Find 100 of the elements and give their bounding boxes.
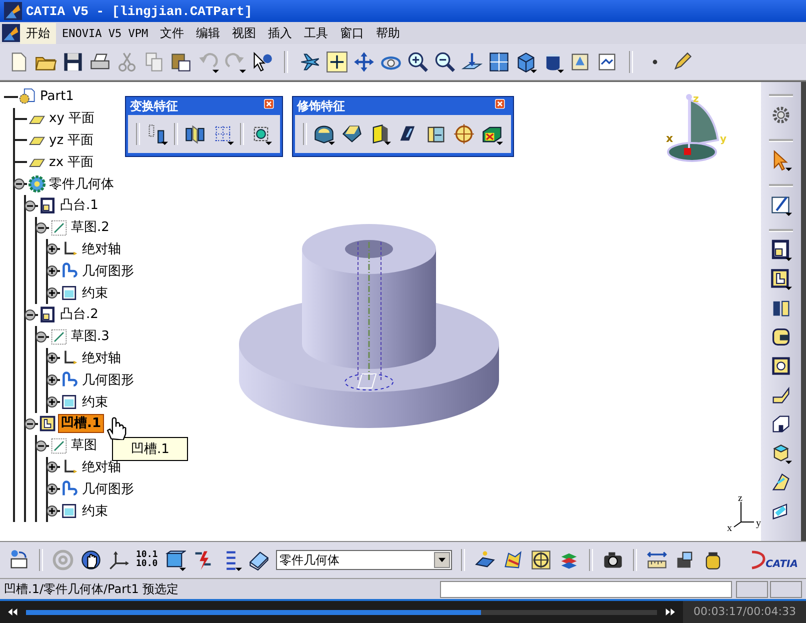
- undo-arrow-icon[interactable]: [197, 51, 219, 73]
- expand-toggle[interactable]: [46, 505, 60, 518]
- app-menu-icon[interactable]: [2, 24, 20, 42]
- collapse-toggle[interactable]: [24, 308, 38, 321]
- menu-item[interactable]: 插入: [262, 22, 298, 44]
- target-icon[interactable]: [530, 549, 552, 571]
- axis-label: z: [738, 493, 742, 504]
- slot-icon[interactable]: [770, 413, 792, 435]
- axis-system-icon[interactable]: [108, 549, 130, 571]
- expand-toggle[interactable]: [46, 265, 60, 278]
- book-icon[interactable]: [248, 549, 270, 571]
- axis-triad-icon: [734, 502, 754, 528]
- measure-ruler-icon[interactable]: [646, 549, 668, 571]
- redo-arrow-icon[interactable]: [224, 51, 246, 73]
- pan-arrows-icon[interactable]: [353, 51, 375, 73]
- pad-icon[interactable]: [770, 239, 792, 261]
- rib-icon[interactable]: [770, 384, 792, 406]
- pocket-icon[interactable]: [770, 268, 792, 290]
- menu-item[interactable]: 编辑: [190, 22, 226, 44]
- tree-item[interactable]: 绝对轴: [80, 240, 123, 258]
- menu-item[interactable]: 窗口: [334, 22, 370, 44]
- hide-show-icon[interactable]: [569, 51, 591, 73]
- box-icon: [39, 306, 57, 324]
- hand-globe-icon[interactable]: [80, 549, 102, 571]
- window-title: CATIA V5 - [lingjian.CATPart]: [26, 4, 252, 18]
- mirror-icon[interactable]: [184, 123, 206, 145]
- tree-item[interactable]: 几何图形: [80, 372, 136, 389]
- tree-item[interactable]: 几何图形: [80, 262, 136, 280]
- update-icon[interactable]: [8, 549, 30, 571]
- swap-space-icon[interactable]: [596, 51, 618, 73]
- knowledge-icon[interactable]: [502, 549, 524, 571]
- thread-icon[interactable]: [453, 123, 475, 145]
- ds-logo-icon: [750, 550, 766, 570]
- expand-toggle[interactable]: [46, 461, 60, 474]
- axis-label: x: [727, 523, 732, 532]
- logo-text: CATIA: [766, 559, 798, 570]
- tree-item[interactable]: zx 平面: [47, 154, 96, 171]
- tree-item[interactable]: Part1: [38, 88, 76, 106]
- tree-item[interactable]: 零件几何体: [47, 176, 116, 193]
- zoom-in-icon[interactable]: [407, 51, 429, 73]
- menu-item[interactable]: ENOVIA V5 VPM: [56, 24, 154, 42]
- tree-item[interactable]: 草图: [69, 437, 99, 454]
- fit-all-icon[interactable]: [326, 51, 348, 73]
- expand-toggle[interactable]: [46, 396, 60, 408]
- tree-item[interactable]: 绝对轴: [80, 350, 123, 367]
- paste-clipboard-icon[interactable]: [170, 51, 192, 73]
- tree-item[interactable]: 绝对轴: [80, 458, 123, 476]
- help-pointer-icon[interactable]: [251, 51, 273, 73]
- toolbar-title: 变换特征: [130, 98, 178, 114]
- catalog-box-icon[interactable]: [164, 549, 186, 571]
- collapse-toggle[interactable]: [35, 330, 49, 343]
- tree-item[interactable]: 凹槽.1: [58, 414, 104, 434]
- menu-item[interactable]: 开始: [20, 22, 56, 44]
- gear-icon: [28, 175, 46, 194]
- gear-icon[interactable]: [770, 104, 792, 126]
- expand-toggle[interactable]: [46, 243, 60, 256]
- hand-cursor-icon: [104, 416, 128, 440]
- number-format-button[interactable]: 10.1 10.0: [136, 551, 158, 569]
- tree-item[interactable]: 约束: [80, 394, 110, 411]
- collapse-toggle[interactable]: [35, 222, 49, 234]
- grid-box-icon: [61, 284, 79, 302]
- multi-view-icon[interactable]: [488, 51, 510, 73]
- fillet-icon[interactable]: [313, 123, 335, 145]
- tree-item[interactable]: 草图.3: [69, 328, 112, 346]
- compass-drawing[interactable]: [667, 94, 719, 162]
- expand-toggle[interactable]: [46, 287, 60, 300]
- expand-toggle[interactable]: [46, 483, 60, 496]
- airplane-icon[interactable]: [299, 51, 321, 73]
- playback-time: 00:03:17/00:04:33: [683, 601, 806, 623]
- tree-item[interactable]: 约束: [80, 284, 110, 302]
- tree-item[interactable]: 约束: [80, 502, 110, 520]
- tree-item[interactable]: 凸台.2: [58, 306, 100, 324]
- expand-toggle[interactable]: [46, 374, 60, 386]
- expand-toggle[interactable]: [46, 352, 60, 364]
- groove-icon[interactable]: [770, 326, 792, 348]
- zoom-out-icon[interactable]: [434, 51, 456, 73]
- menu-item[interactable]: 视图: [226, 22, 262, 44]
- cube-view-icon[interactable]: [515, 51, 537, 73]
- progress-track[interactable]: [26, 610, 658, 614]
- loft-icon[interactable]: [770, 471, 792, 493]
- part-model-drawing[interactable]: [239, 224, 499, 428]
- collapse-toggle[interactable]: [13, 178, 27, 190]
- collapse-toggle[interactable]: [24, 200, 38, 212]
- tree-item[interactable]: 几何图形: [80, 480, 136, 498]
- tree-item[interactable]: 凸台.1: [58, 197, 100, 214]
- tree-item[interactable]: yz 平面: [47, 132, 96, 149]
- collapse-toggle[interactable]: [24, 418, 38, 430]
- command-field[interactable]: [440, 580, 732, 598]
- tree-item[interactable]: xy 平面: [47, 110, 97, 128]
- hole-icon[interactable]: [770, 355, 792, 377]
- menu-item[interactable]: 文件: [154, 22, 190, 44]
- body-dropdown[interactable]: 零件几何体: [276, 550, 452, 570]
- sketcher-icon[interactable]: [770, 194, 792, 216]
- menu-item[interactable]: 工具: [298, 22, 334, 44]
- chamfer-icon[interactable]: [341, 123, 363, 145]
- menu-item[interactable]: 帮助: [370, 22, 406, 44]
- tree-item[interactable]: 草图.2: [69, 219, 112, 236]
- collapse-toggle[interactable]: [35, 440, 49, 452]
- toolbar-title: 修饰特征: [297, 98, 345, 114]
- translate-icon[interactable]: [146, 123, 168, 145]
